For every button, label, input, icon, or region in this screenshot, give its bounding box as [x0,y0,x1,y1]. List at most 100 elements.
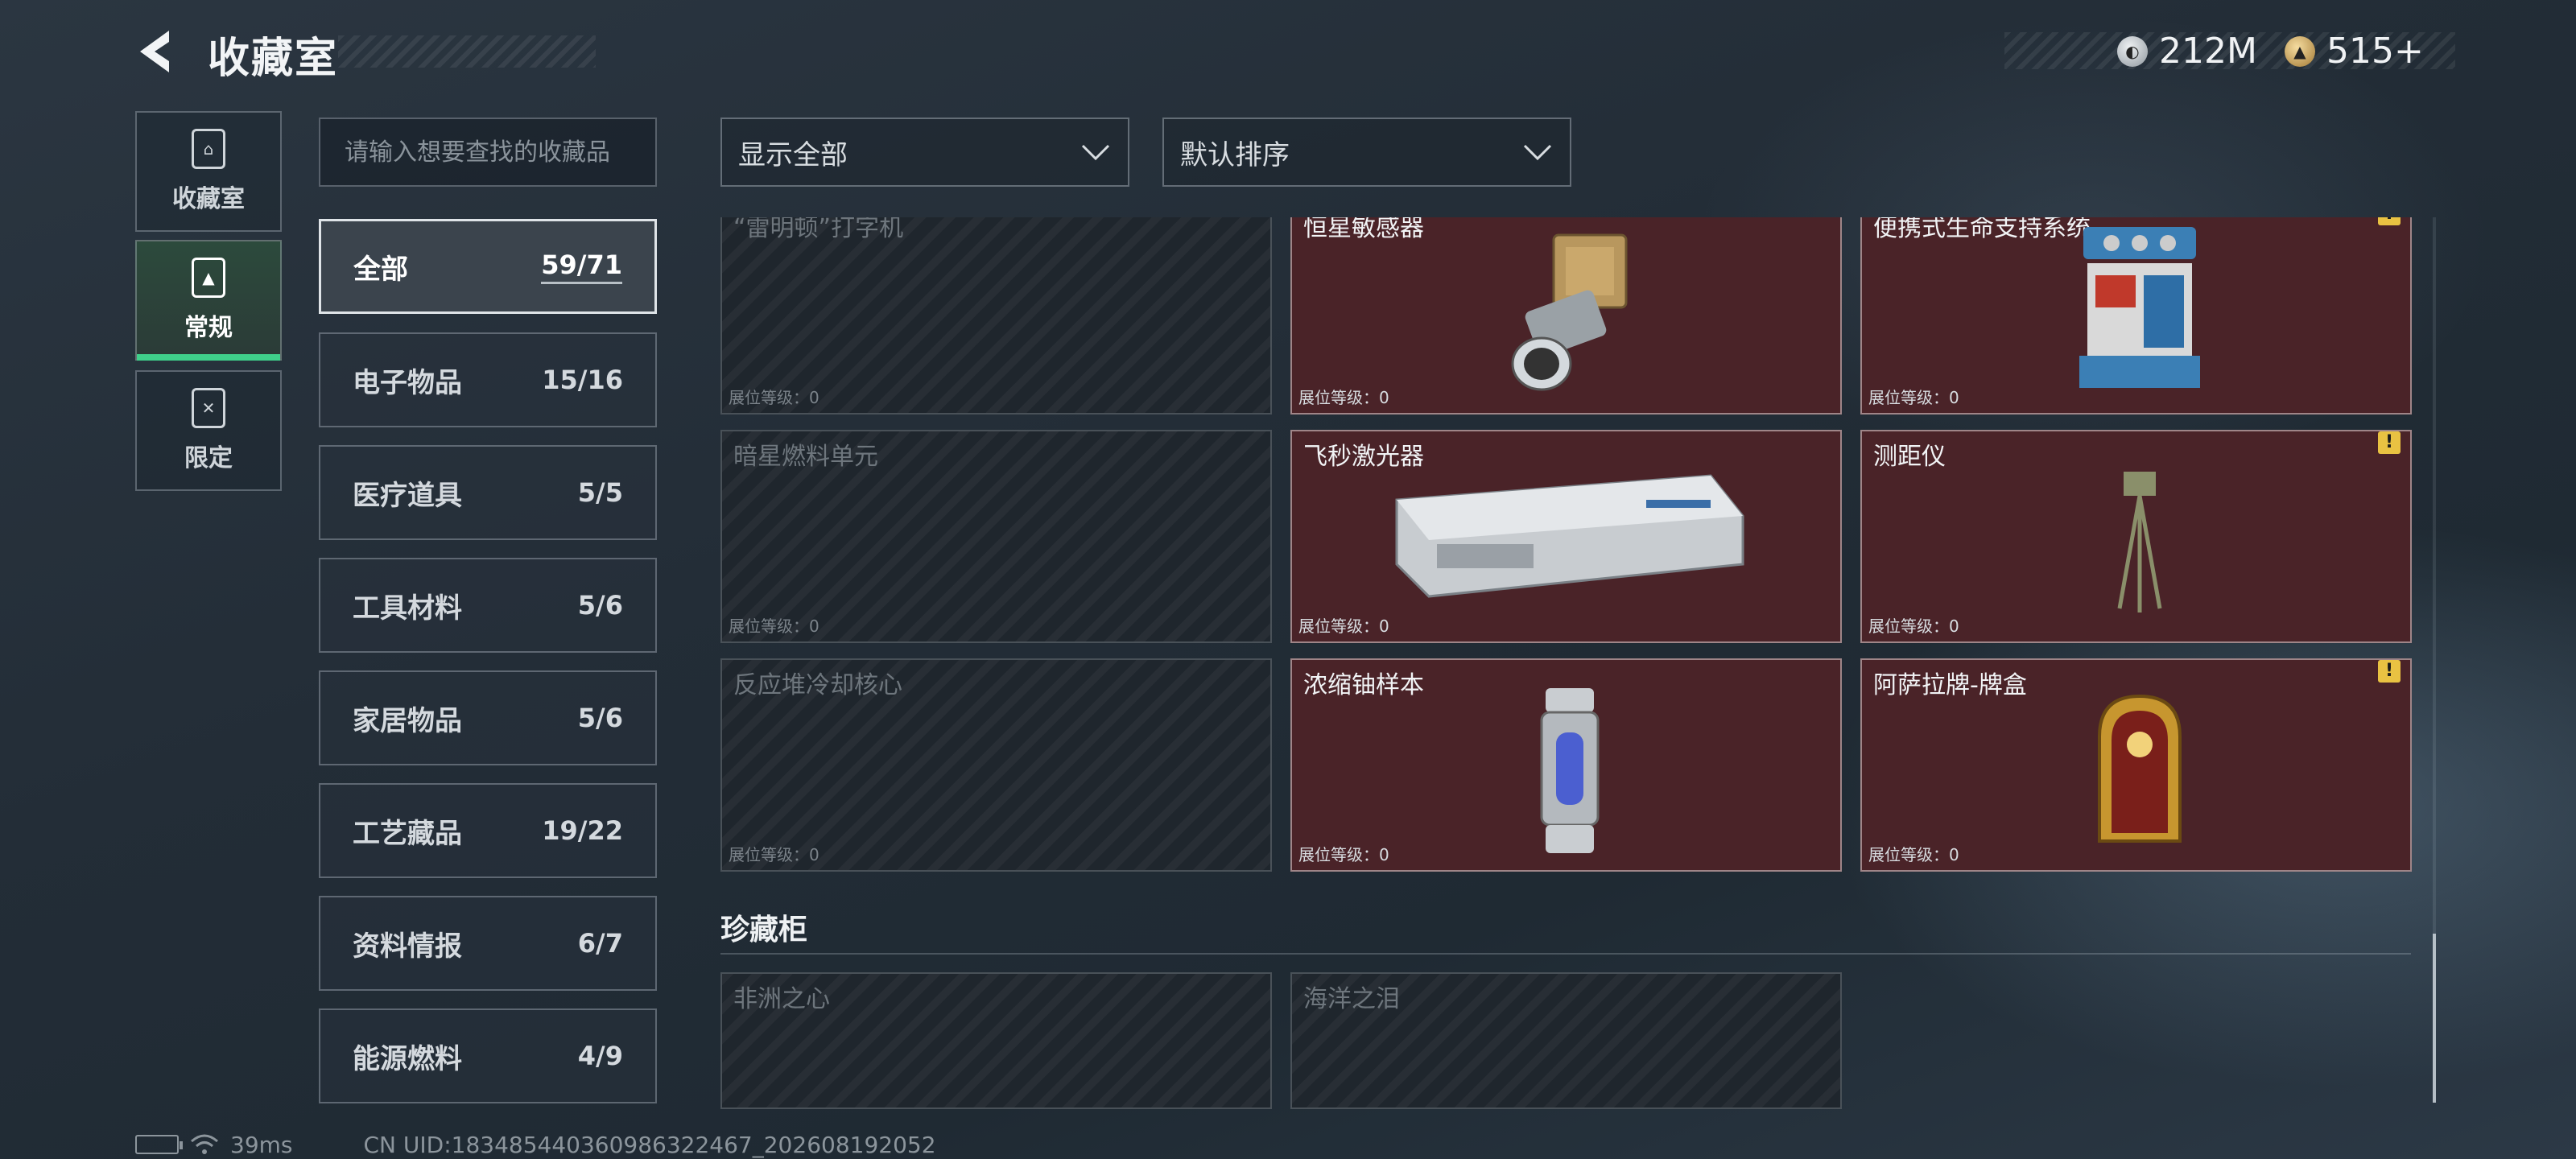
item-name: 恒星敏感器 [1303,217,1424,242]
item-card-typewriter[interactable]: “雷明顿”打字机 展位等级：0 [720,217,1272,415]
currency-gold[interactable]: ▲ 515+ [2285,31,2424,72]
category-name: 医疗道具 [353,479,462,512]
item-level: 展位等级：0 [1868,845,1959,864]
mode-tab-label: 限定 [184,444,233,472]
chevron-down-icon [1081,144,1110,161]
category-count: 6/7 [577,928,623,959]
display-filter-value: 显示全部 [738,138,848,171]
wifi-icon [191,1134,218,1154]
cabinet-card-heart-of-africa[interactable]: 非洲之心 [720,972,1272,1109]
category-name: 能源燃料 [353,1042,462,1075]
status-footer: 39ms CN UID:18348544036098632​2467_20260… [135,1130,936,1159]
regular-icon: ▲ [192,258,225,298]
item-name: “雷明顿”打字机 [733,217,904,242]
category-electronics[interactable]: 电子物品 15/16 [319,332,657,427]
mode-tab-limited[interactable]: ✕ 限定 [135,370,282,491]
item-card-uranium-sample[interactable]: 浓缩铀样本 展位等级：0 [1290,658,1842,872]
chevron-down-icon [1523,144,1552,161]
category-count: 5/5 [577,477,623,508]
life-support-image [2079,227,2200,388]
search-box[interactable] [319,118,657,187]
category-name: 工艺藏品 [353,817,462,850]
category-name: 家居物品 [353,704,462,737]
category-energy[interactable]: 能源燃料 4/9 [319,1008,657,1103]
sort-value: 默认排序 [1180,138,1290,171]
mode-tab-regular[interactable]: ▲ 常规 [135,240,282,361]
warning-badge-icon: ! [2378,217,2401,225]
item-name: 海洋之泪 [1303,985,1400,1013]
battery-icon [135,1135,183,1154]
item-name: 反应堆冷却核心 [733,671,902,699]
category-count: 5/6 [577,703,623,733]
search-input[interactable] [320,119,655,185]
item-level: 展位等级：0 [1868,388,1959,407]
category-intel[interactable]: 资料情报 6/7 [319,896,657,991]
category-tools[interactable]: 工具材料 5/6 [319,558,657,653]
collection-room-icon: ⌂ [192,129,225,169]
title-decoration [338,35,596,68]
category-count: 19/22 [542,815,623,846]
page-title: 收藏室 [208,35,339,83]
item-card-life-support[interactable]: 便携式生命支持系统 ! 展位等级：0 [1860,217,2412,415]
ping-value: 39ms [230,1131,293,1158]
rangefinder-image [2117,472,2162,612]
item-name: 测距仪 [1873,443,1946,471]
display-filter-dropdown[interactable]: 显示全部 [720,118,1129,187]
item-name: 阿萨拉牌-牌盒 [1873,671,2027,699]
category-household[interactable]: 家居物品 5/6 [319,670,657,765]
currency-gold-value: 515+ [2326,31,2424,72]
currency-silver[interactable]: ◐ 212M [2117,31,2257,72]
category-name: 全部 [353,253,408,286]
femtosecond-laser-image [1395,474,1744,598]
item-name: 便携式生命支持系统 [1873,217,2091,242]
item-level: 展位等级：0 [729,845,819,864]
item-card-dark-star-fuel[interactable]: 暗星燃料单元 展位等级：0 [720,430,1272,643]
item-card-femtosecond-laser[interactable]: 飞秒激光器 展位等级：0 [1290,430,1842,643]
category-count: 4/9 [577,1041,623,1071]
item-level: 展位等级：0 [729,388,819,407]
mode-tab-collection-room[interactable]: ⌂ 收藏室 [135,111,282,232]
item-name: 浓缩铀样本 [1303,671,1424,699]
currency-silver-value: 212M [2159,31,2257,72]
item-level: 展位等级：0 [1868,617,1959,636]
category-count: 5/6 [577,590,623,621]
category-count: 59/71 [541,250,622,284]
item-name: 飞秒激光器 [1303,443,1424,471]
item-level: 展位等级：0 [1298,388,1389,407]
item-level: 展位等级：0 [1298,845,1389,864]
item-name: 非洲之心 [733,985,830,1013]
back-arrow-icon[interactable] [134,27,182,76]
item-card-rangefinder[interactable]: 测距仪 ! 展位等级：0 [1860,430,2412,643]
category-crafts[interactable]: 工艺藏品 19/22 [319,783,657,878]
uranium-sample-image [1540,688,1600,853]
category-count: 15/16 [542,365,623,395]
item-level: 展位等级：0 [1298,617,1389,636]
user-uid: CN UID:18348544036098632​2467_2026081920… [363,1131,936,1158]
item-card-star-sensor[interactable]: 恒星敏感器 展位等级：0 [1290,217,1842,415]
scrollbar-thumb[interactable] [2433,934,2436,1103]
category-name: 工具材料 [353,592,462,625]
item-level: 展位等级：0 [729,617,819,636]
sort-dropdown[interactable]: 默认排序 [1162,118,1571,187]
section-divider [720,953,2411,955]
silver-coin-icon: ◐ [2117,35,2148,67]
category-medical[interactable]: 医疗道具 5/5 [319,445,657,540]
active-tab-indicator [137,354,280,361]
limited-icon: ✕ [192,388,225,428]
card-box-image [2098,694,2182,843]
cabinet-section-title: 珍藏柜 [720,914,808,947]
cabinet-card-tear-of-ocean[interactable]: 海洋之泪 [1290,972,1842,1109]
collection-grid[interactable]: “雷明顿”打字机 展位等级：0 恒星敏感器 展位等级：0 便携式生命支持系统 !… [720,217,2423,1111]
item-name: 暗星燃料单元 [733,443,878,471]
category-all[interactable]: 全部 59/71 [319,219,657,314]
star-sensor-image [1511,233,1628,391]
warning-badge-icon: ! [2378,660,2401,683]
item-card-asala-card-box[interactable]: 阿萨拉牌-牌盒 ! 展位等级：0 [1860,658,2412,872]
category-name: 电子物品 [353,366,462,399]
gold-coin-icon: ▲ [2285,35,2315,67]
mode-tab-label: 收藏室 [172,185,245,213]
warning-badge-icon: ! [2378,431,2401,454]
mode-tab-label: 常规 [184,314,233,342]
category-name: 资料情报 [353,930,462,963]
item-card-reactor-core[interactable]: 反应堆冷却核心 展位等级：0 [720,658,1272,872]
